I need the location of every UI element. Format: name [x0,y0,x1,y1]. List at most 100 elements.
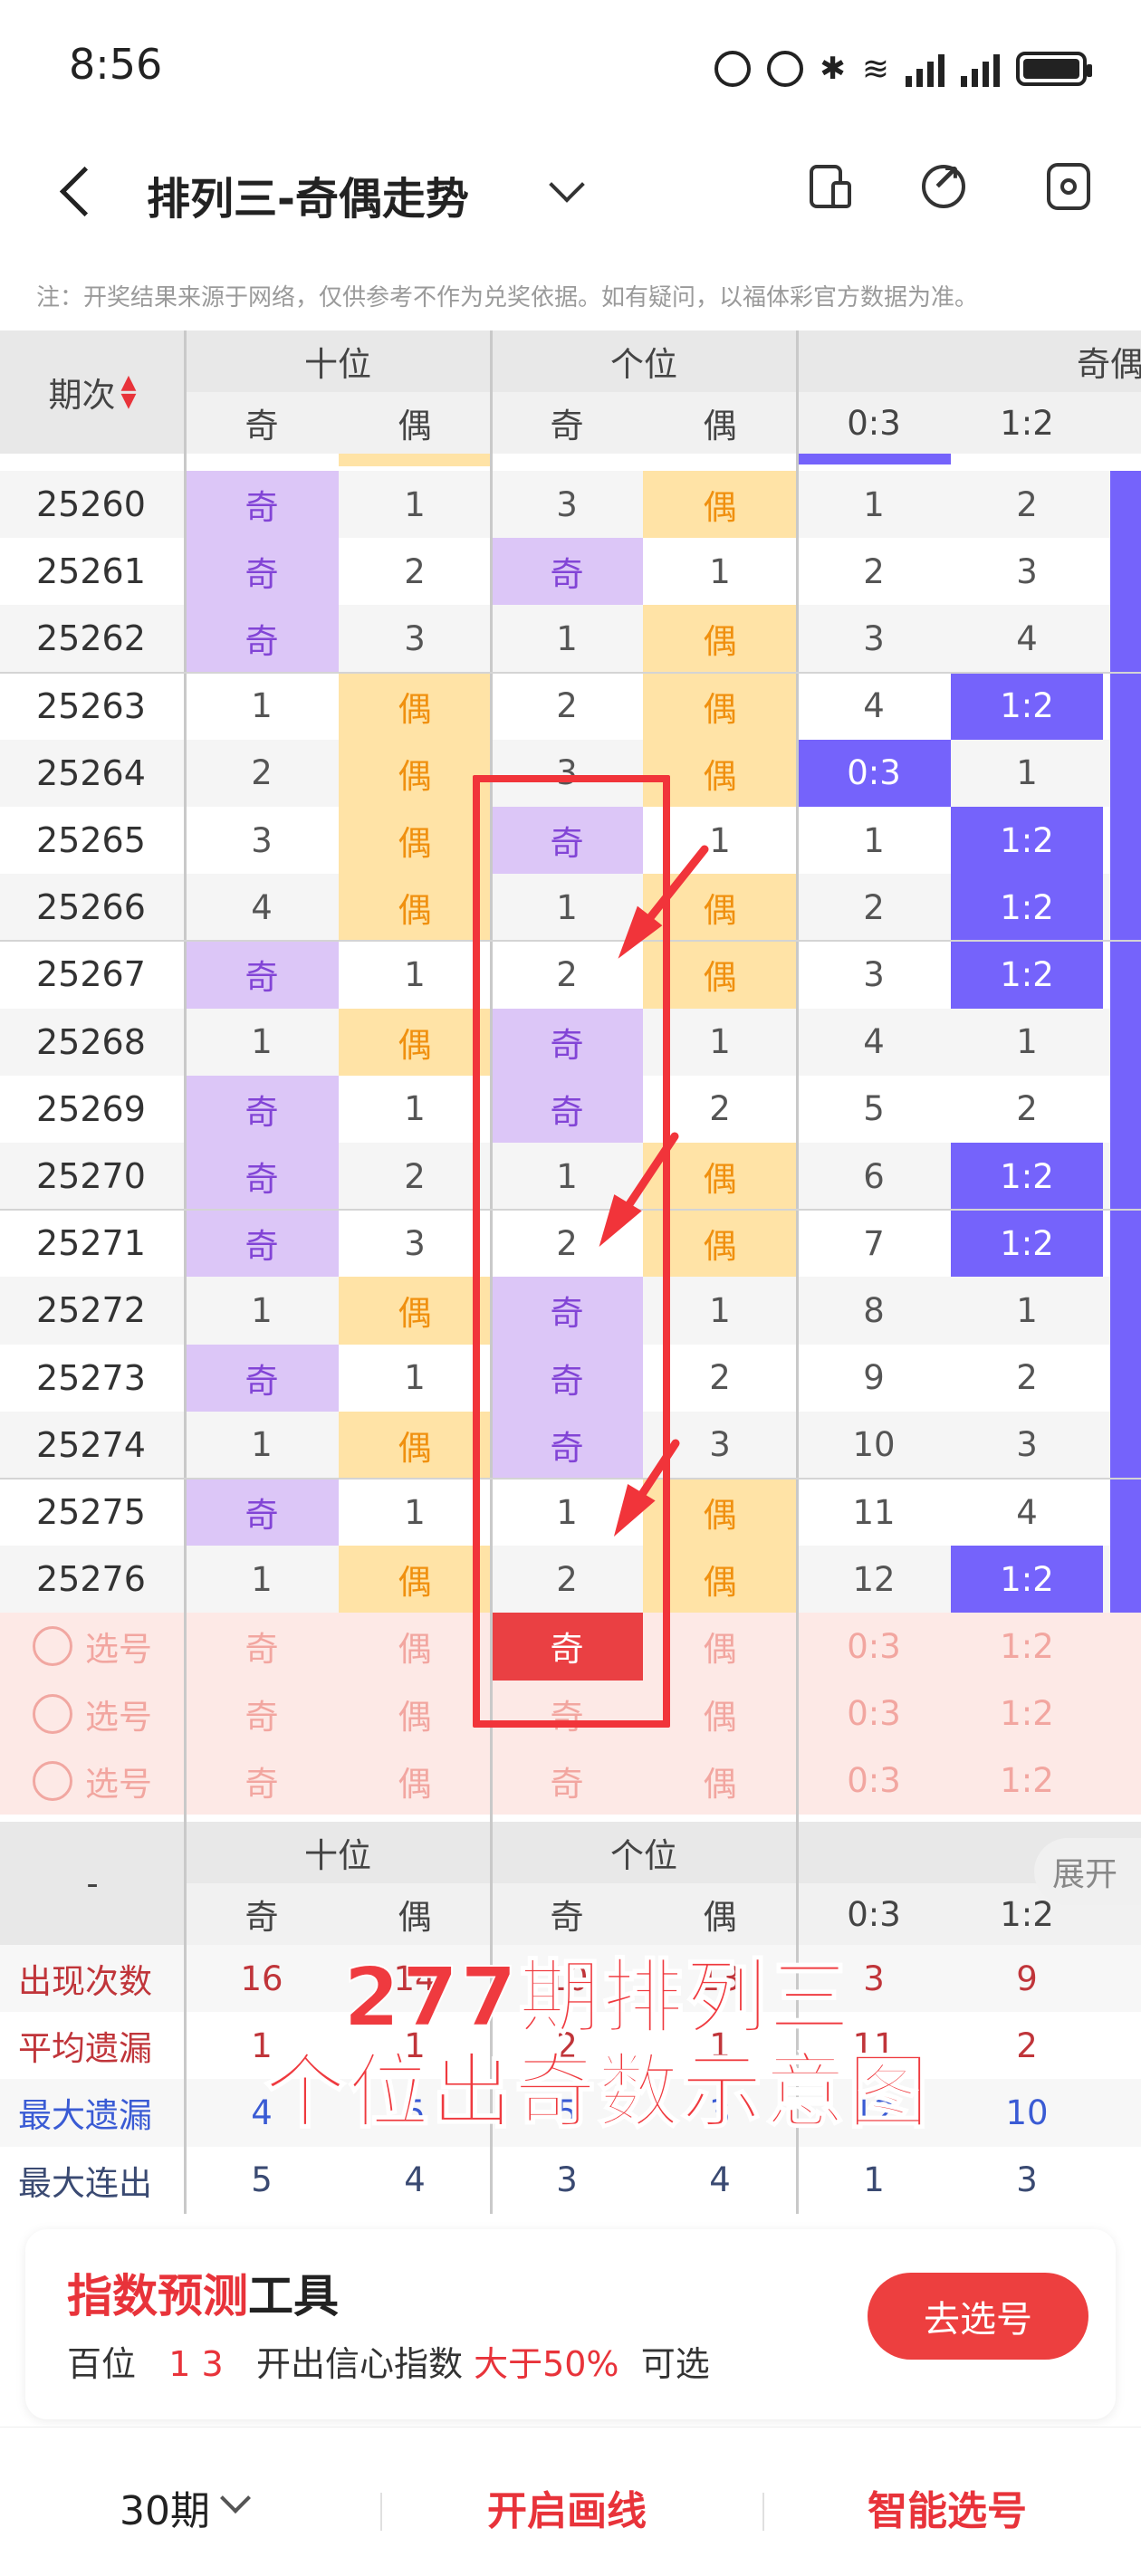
draw-lines-button[interactable]: 开启画线 [487,2478,647,2536]
smart-pick-button[interactable]: 智能选号 [868,2478,1027,2536]
status-icons: ✱ ≋ [714,42,1092,96]
select-cell[interactable]: 奇 [185,1681,339,1748]
period-header[interactable]: 期次 ▲ ▼ [0,330,185,454]
ratio-12-cell: 1:2 [951,941,1103,1009]
settings-icon[interactable] [1043,161,1094,212]
select-cell[interactable]: 0:3 [797,1748,951,1815]
tool-title-black: 工具 [248,2270,339,2322]
select-row-label[interactable]: 选号 [0,1681,185,1748]
ratio-12-cell: 1 [1016,1290,1038,1330]
battery-icon [1016,52,1092,86]
select-cell[interactable]: 偶 [339,1681,491,1748]
period-cell: 25267 [36,954,146,995]
column-header-sub-ratio-03: 0:3 [797,392,951,454]
bluetooth-icon: ✱ [820,51,846,87]
column-header-more [1103,392,1141,454]
units-even-cell: 偶 [643,605,797,673]
period-cell: 25266 [36,887,146,928]
select-cell[interactable]: 偶 [643,1748,797,1815]
ratio-next-cell [1110,874,1141,942]
select-cell[interactable]: 1:2 [951,1748,1103,1815]
ratio-03-cell: 4 [863,686,885,726]
divider [762,2493,764,2531]
stats-sub-odd: 奇 [185,1883,339,1945]
device-switch-icon[interactable] [806,161,857,212]
sort-icon[interactable]: ▲ ▼ [121,373,137,411]
select-row-label[interactable]: 选号 [0,1748,185,1815]
column-divider [796,330,799,2214]
ratio-12-cell: 1:2 [951,1210,1103,1278]
ratio-next-cell [1110,1008,1141,1076]
tens-even-cell: 1 [404,1089,426,1129]
select-cell[interactable]: 0:3 [797,1681,951,1748]
signal-icon [906,51,944,87]
index-prediction-card: 指数预测工具 百位 1 3 开出信心指数 大于50% 可选 去选号 [25,2229,1116,2419]
select-label: 选号 [85,1697,152,1737]
select-cell[interactable]: 偶 [339,1748,491,1815]
stats-value: 4 [709,2160,731,2200]
ratio-03-cell: 2 [863,887,885,927]
tool-title-red: 指数预测 [67,2270,248,2322]
page-title[interactable]: 排列三-奇偶走势 [147,163,469,226]
ratio-next-cell [1110,1075,1141,1143]
select-cell[interactable]: 奇 [491,1748,643,1815]
ratio-next-cell [1110,1210,1141,1278]
ratio-12-cell: 1:2 [951,807,1103,875]
stats-sub-even: 偶 [643,1883,797,1945]
go-pick-button[interactable]: 去选号 [868,2273,1088,2360]
expand-button[interactable]: 展开 [1034,1838,1141,1905]
ratio-12-cell: 1:2 [951,1546,1103,1614]
units-odd-cell: 3 [556,484,578,524]
units-even-cell: 偶 [643,471,797,539]
ratio-next-cell [1110,1143,1141,1211]
units-odd-cell: 2 [556,686,578,726]
select-cell[interactable]: 0:3 [797,1613,951,1680]
period-cell: 25272 [36,1290,146,1331]
select-cell[interactable]: 1:2 [951,1613,1103,1680]
disclaimer-notice: 注：开奖结果来源于网络，仅供参考不作为兑奖依据。如有疑问，以福体彩官方数据为准。 [36,284,979,311]
group-header-tens: 十位 [185,330,491,392]
chevron-down-icon[interactable] [549,167,585,203]
select-radio-icon[interactable] [33,1626,72,1667]
period-cell: 25273 [36,1357,146,1398]
chevron-down-icon[interactable] [220,2483,251,2514]
tens-odd-cell: 奇 [185,1075,339,1143]
period-cell: 25275 [36,1492,146,1533]
ratio-03-cell: 12 [852,1559,896,1599]
share-icon[interactable] [920,158,971,212]
units-odd-cell: 1 [556,618,578,658]
select-cell[interactable]: 偶 [339,1613,491,1680]
select-radio-icon[interactable] [33,1760,72,1801]
period-cell: 25271 [36,1223,146,1264]
ratio-12-cell: 2 [1016,484,1038,524]
select-row-label[interactable]: 选号 [0,1613,185,1680]
tens-odd-cell: 奇 [185,1143,339,1211]
column-header-sub-odd: 奇 [185,392,339,454]
tens-even-cell: 3 [404,1223,426,1263]
tens-even-cell: 偶 [339,1411,491,1479]
bottom-bar: 30期 开启画线 智能选号 [0,2427,1141,2576]
period-selector[interactable]: 30期 [120,2478,210,2536]
tens-odd-cell: 1 [251,1425,273,1465]
stats-label: 最大遗漏 [18,2096,152,2136]
select-cell[interactable]: 奇 [185,1613,339,1680]
select-cell[interactable]: 奇 [185,1748,339,1815]
alarm-icon [714,51,752,87]
ratio-03-cell: 7 [863,1223,885,1263]
ratio-03-cell: 2 [863,551,885,591]
stats-sub-ratio-03: 0:3 [797,1883,951,1945]
back-arrow-icon[interactable] [53,159,107,223]
stats-label: 平均遗漏 [18,2029,152,2069]
ratio-12-cell: 1:2 [951,1143,1103,1211]
stats-sub-even: 偶 [339,1883,491,1945]
period-cell: 25264 [36,752,146,793]
select-cell[interactable]: 1:2 [951,1681,1103,1748]
period-cell: 25260 [36,484,146,525]
period-cell: 25263 [36,685,146,726]
period-cell: 25268 [36,1021,146,1062]
divider [380,2493,382,2531]
column-header-sub-odd: 奇 [491,392,643,454]
ratio-next-cell [1110,605,1141,673]
ratio-03-cell: 9 [863,1358,885,1398]
select-radio-icon[interactable] [33,1693,72,1734]
